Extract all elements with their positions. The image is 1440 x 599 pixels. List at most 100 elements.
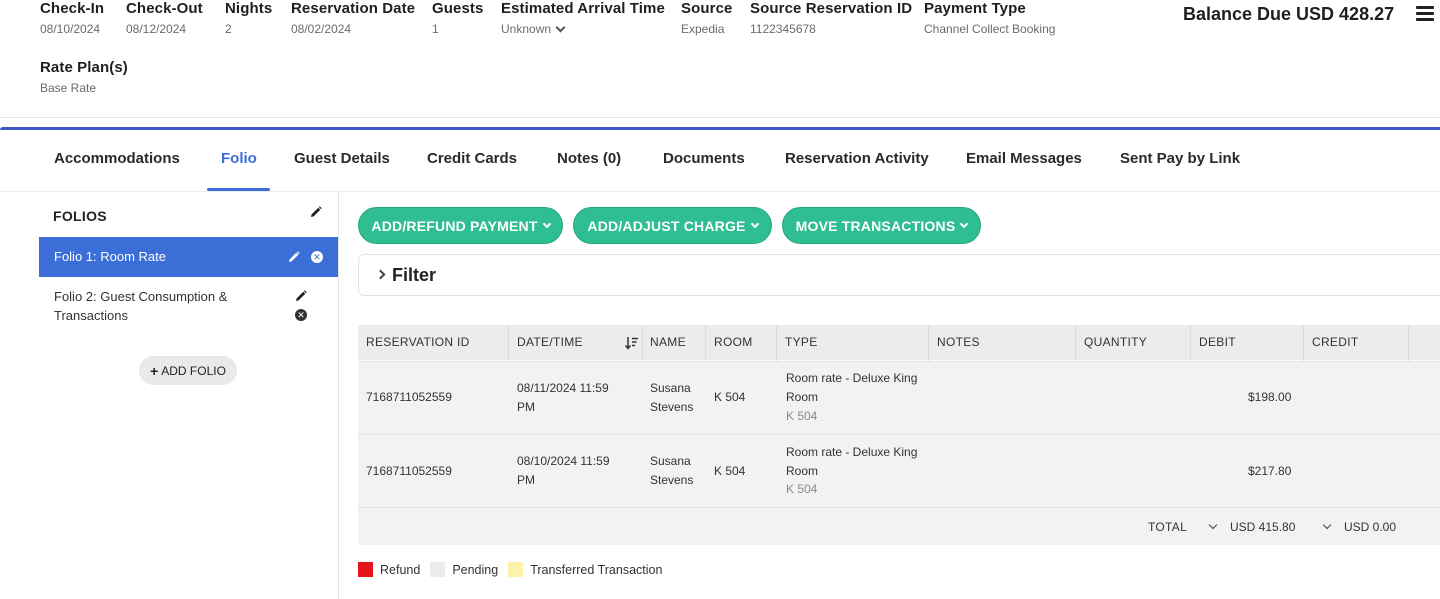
- chevron-down-icon: [960, 219, 969, 229]
- section-accent-bar: [0, 127, 1440, 130]
- guests-field: Guests 1: [432, 0, 483, 37]
- filter-toggle[interactable]: Filter: [358, 254, 1440, 296]
- column-header-notes[interactable]: NOTES: [937, 325, 980, 360]
- sort-icon[interactable]: [625, 336, 639, 350]
- column-header-date-time[interactable]: DATE/TIME: [517, 325, 583, 360]
- folio-item-label: Folio 1: Room Rate: [54, 249, 166, 264]
- column-header-reservation-id[interactable]: RESERVATION ID: [366, 325, 470, 360]
- chevron-down-icon: [1208, 520, 1218, 530]
- arrival-time-label: Estimated Arrival Time: [501, 0, 665, 17]
- delete-folio-icon[interactable]: ✕: [295, 309, 307, 321]
- type-cell-room: K 504: [786, 409, 818, 423]
- check-out-field: Check-Out 08/12/2024: [126, 0, 203, 37]
- column-header-credit[interactable]: CREDIT: [1312, 325, 1358, 360]
- tab-reservation-activity[interactable]: Reservation Activity: [785, 150, 929, 168]
- date-time-cell: 08/10/2024 11:59: [517, 454, 610, 468]
- add-refund-payment-button[interactable]: ADD/REFUND PAYMENT: [358, 207, 563, 244]
- source-reservation-id-label: Source Reservation ID: [750, 0, 913, 17]
- total-debit-dropdown[interactable]: USD 415.80: [1208, 520, 1296, 534]
- guests-value: 1: [432, 22, 439, 36]
- nights-field: Nights 2: [225, 0, 272, 37]
- tab-sent-pay-by-link[interactable]: Sent Pay by Link: [1120, 150, 1240, 168]
- nights-label: Nights: [225, 0, 273, 17]
- chevron-right-icon: [375, 269, 386, 280]
- transaction-legend: Refund Pending Transferred Transaction: [358, 562, 672, 577]
- column-header-room[interactable]: ROOM: [714, 325, 753, 360]
- tab-guest-details[interactable]: Guest Details: [294, 150, 390, 168]
- rate-plans-label: Rate Plan(s): [40, 59, 128, 76]
- delete-folio-icon[interactable]: ✕: [311, 251, 323, 263]
- pending-swatch: [430, 562, 446, 577]
- source-field: Source Expedia: [681, 0, 732, 37]
- date-time-cell: 08/11/2024 11:59: [517, 381, 609, 395]
- refund-swatch: [358, 562, 373, 577]
- plus-icon: +: [150, 362, 159, 379]
- guests-label: Guests: [432, 0, 484, 17]
- check-in-value: 08/10/2024: [40, 22, 101, 36]
- column-header-debit[interactable]: DEBIT: [1199, 325, 1236, 360]
- legend-item-transferred: Transferred Transaction: [508, 562, 662, 577]
- tab-accommodations[interactable]: Accommodations: [54, 150, 180, 168]
- total-credit-value: USD 0.00: [1344, 520, 1397, 534]
- source-reservation-id-value: 1122345678: [750, 22, 816, 36]
- type-cell: Room rate - Deluxe King: [786, 445, 918, 459]
- tab-email-messages[interactable]: Email Messages: [966, 150, 1082, 168]
- add-adjust-charge-label: ADD/ADJUST CHARGE: [587, 217, 746, 234]
- total-debit-value: USD 415.80: [1230, 520, 1296, 534]
- payment-type-field: Payment Type Channel Collect Booking: [924, 0, 1055, 37]
- column-header-name[interactable]: NAME: [650, 325, 686, 360]
- type-cell-cont: Room: [786, 464, 819, 478]
- tab-documents[interactable]: Documents: [663, 150, 745, 168]
- edit-pencil-icon[interactable]: [288, 251, 300, 263]
- check-in-label: Check-In: [40, 0, 105, 17]
- tab-notes[interactable]: Notes (0): [557, 150, 621, 168]
- check-out-label: Check-Out: [126, 0, 203, 17]
- move-transactions-button[interactable]: MOVE TRANSACTIONS: [782, 207, 981, 244]
- arrival-time-value: Unknown: [501, 22, 552, 36]
- source-value: Expedia: [681, 22, 725, 36]
- type-cell-cont: Room: [786, 390, 819, 404]
- folios-panel-divider: [338, 192, 339, 599]
- chevron-down-icon: [750, 219, 759, 229]
- debit-cell: $198.00: [1248, 390, 1292, 404]
- edit-folios-pencil-icon[interactable]: [310, 206, 322, 218]
- arrival-time-dropdown[interactable]: Unknown: [501, 21, 566, 37]
- type-cell-room: K 504: [786, 482, 818, 496]
- nights-value: 2: [225, 22, 232, 36]
- tab-credit-cards[interactable]: Credit Cards: [427, 150, 517, 168]
- chevron-down-icon: [555, 22, 566, 32]
- type-cell: Room rate - Deluxe King: [786, 371, 918, 385]
- tab-folio[interactable]: Folio: [221, 150, 257, 168]
- legend-label: Pending: [452, 562, 499, 577]
- folio-item-guest-consumption[interactable]: Folio 2: Guest Consumption & Transaction…: [39, 282, 338, 332]
- debit-cell: $217.80: [1248, 464, 1292, 478]
- folios-title: FOLIOS: [53, 208, 107, 224]
- balance-due: Balance Due USD 428.27: [1183, 4, 1395, 24]
- reservation-date-field: Reservation Date 08/02/2024: [291, 0, 415, 37]
- column-header-type[interactable]: TYPE: [785, 325, 818, 360]
- total-credit-dropdown[interactable]: USD 0.00: [1322, 520, 1397, 534]
- rate-plans-value: Base Rate: [40, 81, 97, 95]
- date-time-cell-suffix: PM: [517, 473, 535, 487]
- folio-item-room-rate[interactable]: Folio 1: Room Rate ✕: [39, 237, 338, 277]
- reservation-summary: Check-In 08/10/2024 Check-Out 08/12/2024…: [0, 0, 1440, 118]
- column-header-quantity[interactable]: QUANTITY: [1084, 325, 1147, 360]
- arrival-time-field: Estimated Arrival Time Unknown: [501, 0, 665, 38]
- add-folio-label: ADD FOLIO: [161, 363, 226, 378]
- payment-type-value: Channel Collect Booking: [924, 22, 1056, 36]
- reservation-id-cell: 7168711052559: [366, 390, 452, 404]
- hamburger-menu-icon[interactable]: [1416, 6, 1434, 22]
- room-cell: K 504: [714, 464, 746, 478]
- name-cell-first: Susana: [650, 454, 691, 468]
- rate-plans-field: Rate Plan(s) Base Rate: [40, 59, 128, 96]
- room-cell: K 504: [714, 390, 746, 404]
- edit-pencil-icon[interactable]: [295, 290, 307, 302]
- table-row[interactable]: 7168711052559 08/10/2024 11:59 PM Susana…: [358, 434, 1440, 507]
- table-row[interactable]: 7168711052559 08/11/2024 11:59 PM Susana…: [358, 361, 1440, 434]
- add-adjust-charge-button[interactable]: ADD/ADJUST CHARGE: [573, 207, 772, 244]
- reservation-date-label: Reservation Date: [291, 0, 416, 17]
- add-folio-button[interactable]: + ADD FOLIO: [139, 356, 237, 385]
- source-label: Source: [681, 0, 733, 17]
- chevron-down-icon: [1322, 520, 1332, 530]
- legend-label: Refund: [380, 562, 421, 577]
